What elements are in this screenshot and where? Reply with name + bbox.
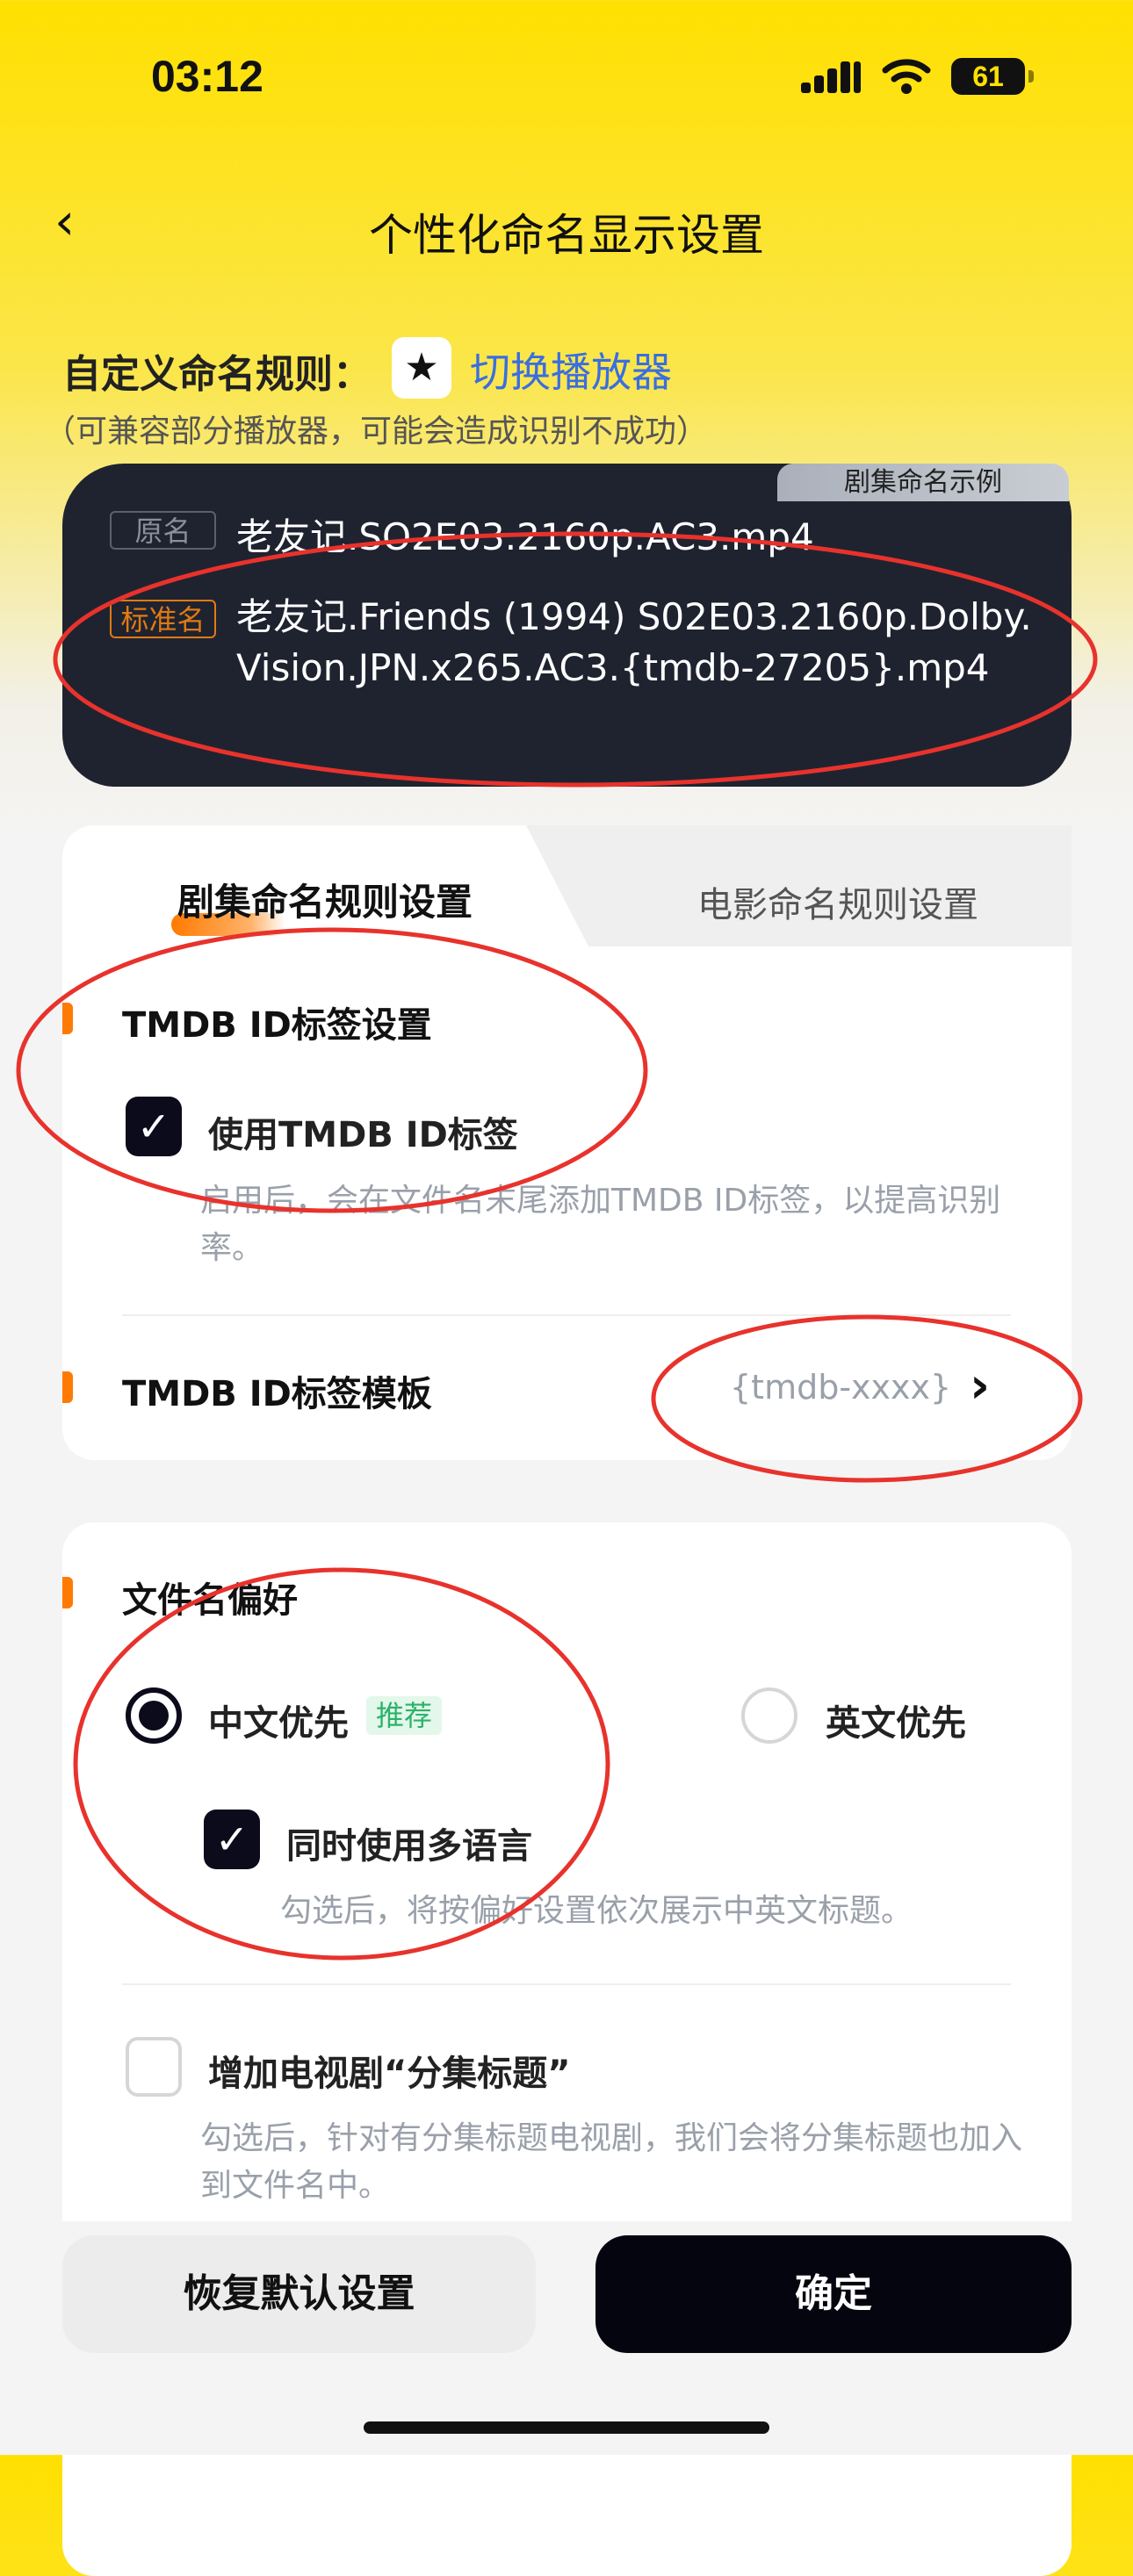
checkmark-icon: ✓ [214, 1816, 249, 1863]
chinese-first-label: 中文优先 [208, 1703, 349, 1744]
template-row-label[interactable]: TMDB ID标签模板 [122, 1365, 432, 1416]
battery-icon: 61 [951, 58, 1034, 95]
use-tmdb-desc: 启用后，会在文件名末尾添加TMDB ID标签，以提高识别率。 [200, 1183, 1001, 1266]
section-marker [62, 1003, 73, 1034]
original-name: 老友记.SO2E03.2160p.AC3.mp4 [236, 515, 814, 558]
switch-player-link[interactable]: 切换播放器 [470, 341, 672, 399]
english-first-radio[interactable] [741, 1687, 797, 1744]
tab-movie[interactable]: 电影命名规则设置 [697, 876, 978, 927]
tmdb-section-title: TMDB ID标签设置 [122, 1005, 432, 1046]
standard-badge: 标准名 [110, 600, 216, 638]
section-marker [62, 1371, 73, 1403]
multi-language-label: 同时使用多语言 [286, 1826, 532, 1867]
episode-title-checkbox[interactable] [126, 2037, 182, 2097]
confirm-button[interactable]: 确定 [595, 2235, 1072, 2353]
rule-note: （可兼容部分播放器，可能会造成识别不成功） [44, 414, 709, 450]
section-marker [62, 1577, 73, 1608]
episode-title-desc: 勾选后，针对有分集标题电视剧，我们会将分集标题也加入到文件名中。 [200, 2120, 1023, 2204]
divider [122, 1314, 1011, 1316]
use-tmdb-checkbox[interactable]: ✓ [126, 1097, 182, 1156]
standard-name: 老友记.Friends (1994) S02E03.2160p.Dolby.Vi… [236, 595, 1032, 689]
checkmark-icon: ✓ [136, 1103, 171, 1150]
home-indicator [364, 2421, 769, 2434]
english-first-label: 英文优先 [826, 1703, 966, 1744]
signal-icon [801, 61, 861, 93]
example-tab: 剧集命名示例 [777, 464, 1069, 501]
recommended-badge: 推荐 [366, 1696, 442, 1735]
star-icon[interactable]: ★ [392, 337, 451, 399]
tab-episode-label[interactable]: 剧集命名规则设置 [177, 873, 473, 926]
episode-title-label: 增加电视剧“分集标题” [208, 2054, 571, 2094]
divider [122, 1983, 1011, 1985]
status-time: 03:12 [151, 52, 263, 101]
rule-label: 自定义命名规则： [62, 352, 372, 397]
multi-language-desc: 勾选后，将按偏好设置依次展示中英文标题。 [280, 1893, 913, 1929]
chinese-first-radio[interactable] [126, 1687, 182, 1744]
template-value[interactable]: {tmdb-xxxx} [730, 1368, 951, 1407]
wifi-icon [882, 59, 931, 94]
page-title: 个性化命名显示设置 [369, 210, 764, 261]
reset-button[interactable]: 恢复默认设置 [62, 2235, 536, 2353]
original-badge: 原名 [110, 511, 216, 550]
filename-section-title: 文件名偏好 [122, 1580, 298, 1621]
multi-language-checkbox[interactable]: ✓ [204, 1810, 260, 1869]
chevron-right-icon[interactable]: › [970, 1357, 990, 1414]
use-tmdb-label: 使用TMDB ID标签 [208, 1115, 518, 1155]
